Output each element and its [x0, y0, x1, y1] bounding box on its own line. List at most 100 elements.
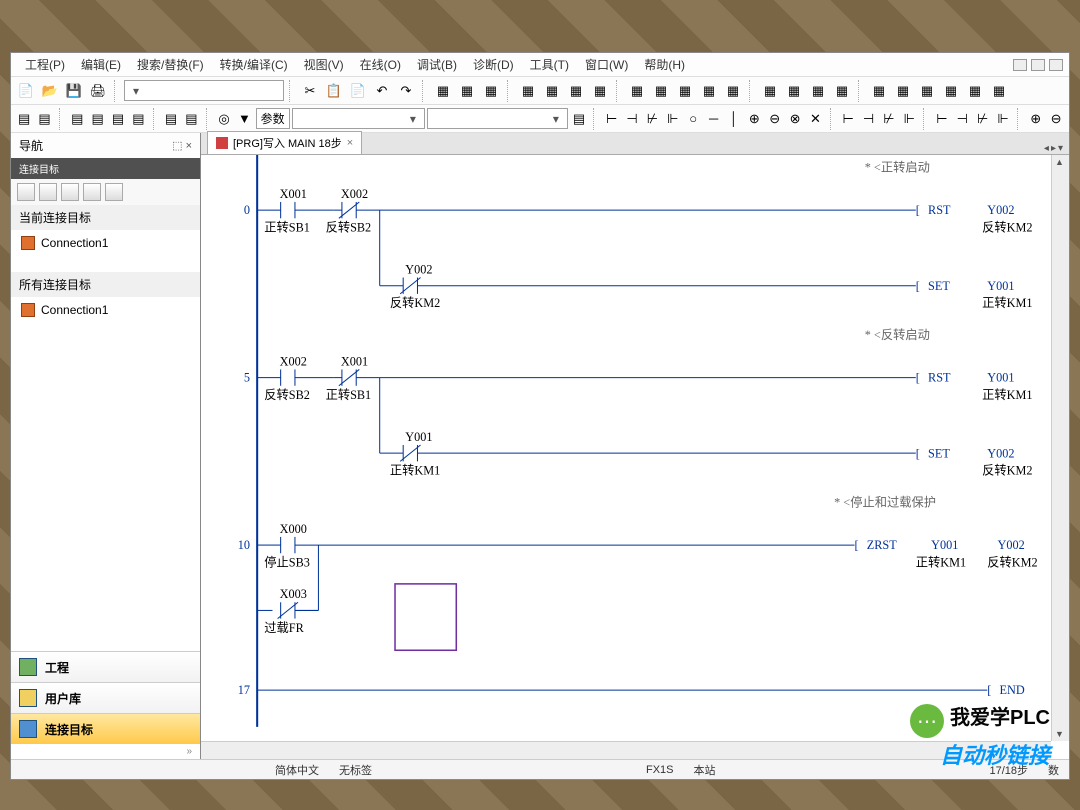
tb-m[interactable]: ▦: [759, 80, 781, 102]
ld-5[interactable]: ○: [684, 108, 702, 130]
tb-f[interactable]: ▦: [565, 80, 587, 102]
t2-g[interactable]: ▤: [162, 108, 180, 130]
nav-pin-close[interactable]: ⬚ ×: [172, 139, 192, 152]
ld-6[interactable]: ─: [704, 108, 722, 130]
ld-10[interactable]: ⊗: [786, 108, 804, 130]
tb-n[interactable]: ▦: [783, 80, 805, 102]
navtab-overflow[interactable]: »: [11, 744, 200, 759]
tb-u[interactable]: ▦: [964, 80, 986, 102]
tab-next[interactable]: ▸: [1051, 143, 1056, 154]
nav-tb-5[interactable]: [105, 183, 123, 201]
nav-tb-4[interactable]: [83, 183, 101, 201]
tb-p[interactable]: ▦: [831, 80, 853, 102]
nav-tb-2[interactable]: [39, 183, 57, 201]
tb-g[interactable]: ▦: [589, 80, 611, 102]
navtab-userlib[interactable]: 用户库: [11, 682, 200, 713]
tb-h[interactable]: ▦: [626, 80, 648, 102]
ld-8[interactable]: ⊕: [745, 108, 763, 130]
tb-i[interactable]: ▦: [650, 80, 672, 102]
open-icon[interactable]: 📂: [39, 80, 61, 102]
param-combo-2[interactable]: ▾: [292, 108, 425, 129]
mdi-minimize-icon[interactable]: [1013, 59, 1027, 71]
ld-18[interactable]: ⊬: [973, 108, 991, 130]
ld-11[interactable]: ✕: [806, 108, 824, 130]
mdi-restore-icon[interactable]: [1031, 59, 1045, 71]
t2-h[interactable]: ▤: [182, 108, 200, 130]
navtab-project[interactable]: 工程: [11, 651, 200, 682]
tb-v[interactable]: ▦: [988, 80, 1010, 102]
param-combo-3[interactable]: ▾: [427, 108, 568, 129]
ld-12[interactable]: ⊢: [839, 108, 857, 130]
editor-tab[interactable]: [PRG]写入 MAIN 18步 ×: [207, 131, 362, 154]
ld-2[interactable]: ⊣: [623, 108, 641, 130]
tb-o[interactable]: ▦: [807, 80, 829, 102]
menu-diagnose[interactable]: 诊断(D): [465, 54, 522, 75]
tab-menu[interactable]: ▾: [1058, 143, 1063, 154]
ld-19[interactable]: ⊩: [994, 108, 1012, 130]
tb-k[interactable]: ▦: [698, 80, 720, 102]
t2-f[interactable]: ▤: [129, 108, 147, 130]
ld-13[interactable]: ⊣: [859, 108, 877, 130]
tb-q[interactable]: ▦: [868, 80, 890, 102]
ld-4[interactable]: ⊩: [664, 108, 682, 130]
ld-7[interactable]: │: [725, 108, 743, 130]
redo-icon[interactable]: ↷: [395, 80, 417, 102]
menu-convert[interactable]: 转换/编译(C): [212, 54, 296, 75]
tb-c[interactable]: ▦: [480, 80, 502, 102]
tb-s[interactable]: ▦: [916, 80, 938, 102]
t2-i[interactable]: ◎: [215, 108, 233, 130]
ld-3[interactable]: ⊬: [643, 108, 661, 130]
menu-online[interactable]: 在线(O): [352, 54, 409, 75]
menu-help[interactable]: 帮助(H): [636, 54, 693, 75]
ld-1[interactable]: ⊢: [603, 108, 621, 130]
navtab-connection[interactable]: 连接目标: [11, 713, 200, 744]
tab-close-icon[interactable]: ×: [347, 137, 353, 149]
t2-e[interactable]: ▤: [109, 108, 127, 130]
print-icon[interactable]: 🖨: [87, 80, 109, 102]
paste-icon[interactable]: 📄: [347, 80, 369, 102]
copy-icon[interactable]: 📋: [323, 80, 345, 102]
tb-r[interactable]: ▦: [892, 80, 914, 102]
menu-edit[interactable]: 编辑(E): [73, 54, 129, 75]
ld-16[interactable]: ⊢: [933, 108, 951, 130]
ld-20[interactable]: ⊕: [1026, 108, 1044, 130]
t2-c[interactable]: ▤: [68, 108, 86, 130]
save-icon[interactable]: 💾: [63, 80, 85, 102]
ld-17[interactable]: ⊣: [953, 108, 971, 130]
nav-tb-3[interactable]: [61, 183, 79, 201]
t2-b[interactable]: ▤: [35, 108, 53, 130]
tb-j[interactable]: ▦: [674, 80, 696, 102]
mdi-close-icon[interactable]: [1049, 59, 1063, 71]
nav-tb-1[interactable]: [17, 183, 35, 201]
tb-a[interactable]: ▦: [432, 80, 454, 102]
param-combo[interactable]: 参数: [256, 108, 291, 129]
undo-icon[interactable]: ↶: [371, 80, 393, 102]
t2-j[interactable]: ▼: [235, 108, 253, 130]
menu-search[interactable]: 搜索/替换(F): [129, 54, 212, 75]
menu-project[interactable]: 工程(P): [17, 54, 73, 75]
ld-14[interactable]: ⊬: [880, 108, 898, 130]
tb-l[interactable]: ▦: [722, 80, 744, 102]
ladder-diagram[interactable]: * <正转启动> 0 X001 正转SB1 X002 反转SB2 [RST: [201, 155, 1069, 759]
t2-k[interactable]: ▤: [570, 108, 588, 130]
menu-view[interactable]: 视图(V): [296, 54, 352, 75]
vertical-scrollbar[interactable]: [1051, 155, 1069, 741]
connection-item[interactable]: Connection1: [21, 236, 190, 250]
tb-e[interactable]: ▦: [541, 80, 563, 102]
ld-15[interactable]: ⊩: [900, 108, 918, 130]
tb-b[interactable]: ▦: [456, 80, 478, 102]
new-icon[interactable]: 📄: [15, 80, 37, 102]
ld-9[interactable]: ⊖: [766, 108, 784, 130]
ld-21[interactable]: ⊖: [1047, 108, 1065, 130]
tool-combo-1[interactable]: ▾: [124, 80, 284, 101]
t2-a[interactable]: ▤: [15, 108, 33, 130]
cut-icon[interactable]: ✂: [299, 80, 321, 102]
connection-item[interactable]: Connection1: [21, 303, 190, 317]
tb-t[interactable]: ▦: [940, 80, 962, 102]
tb-d[interactable]: ▦: [517, 80, 539, 102]
menu-debug[interactable]: 调试(B): [409, 54, 465, 75]
tab-prev[interactable]: ◂: [1044, 143, 1049, 154]
menu-window[interactable]: 窗口(W): [577, 54, 636, 75]
menu-tools[interactable]: 工具(T): [522, 54, 577, 75]
t2-d[interactable]: ▤: [88, 108, 106, 130]
